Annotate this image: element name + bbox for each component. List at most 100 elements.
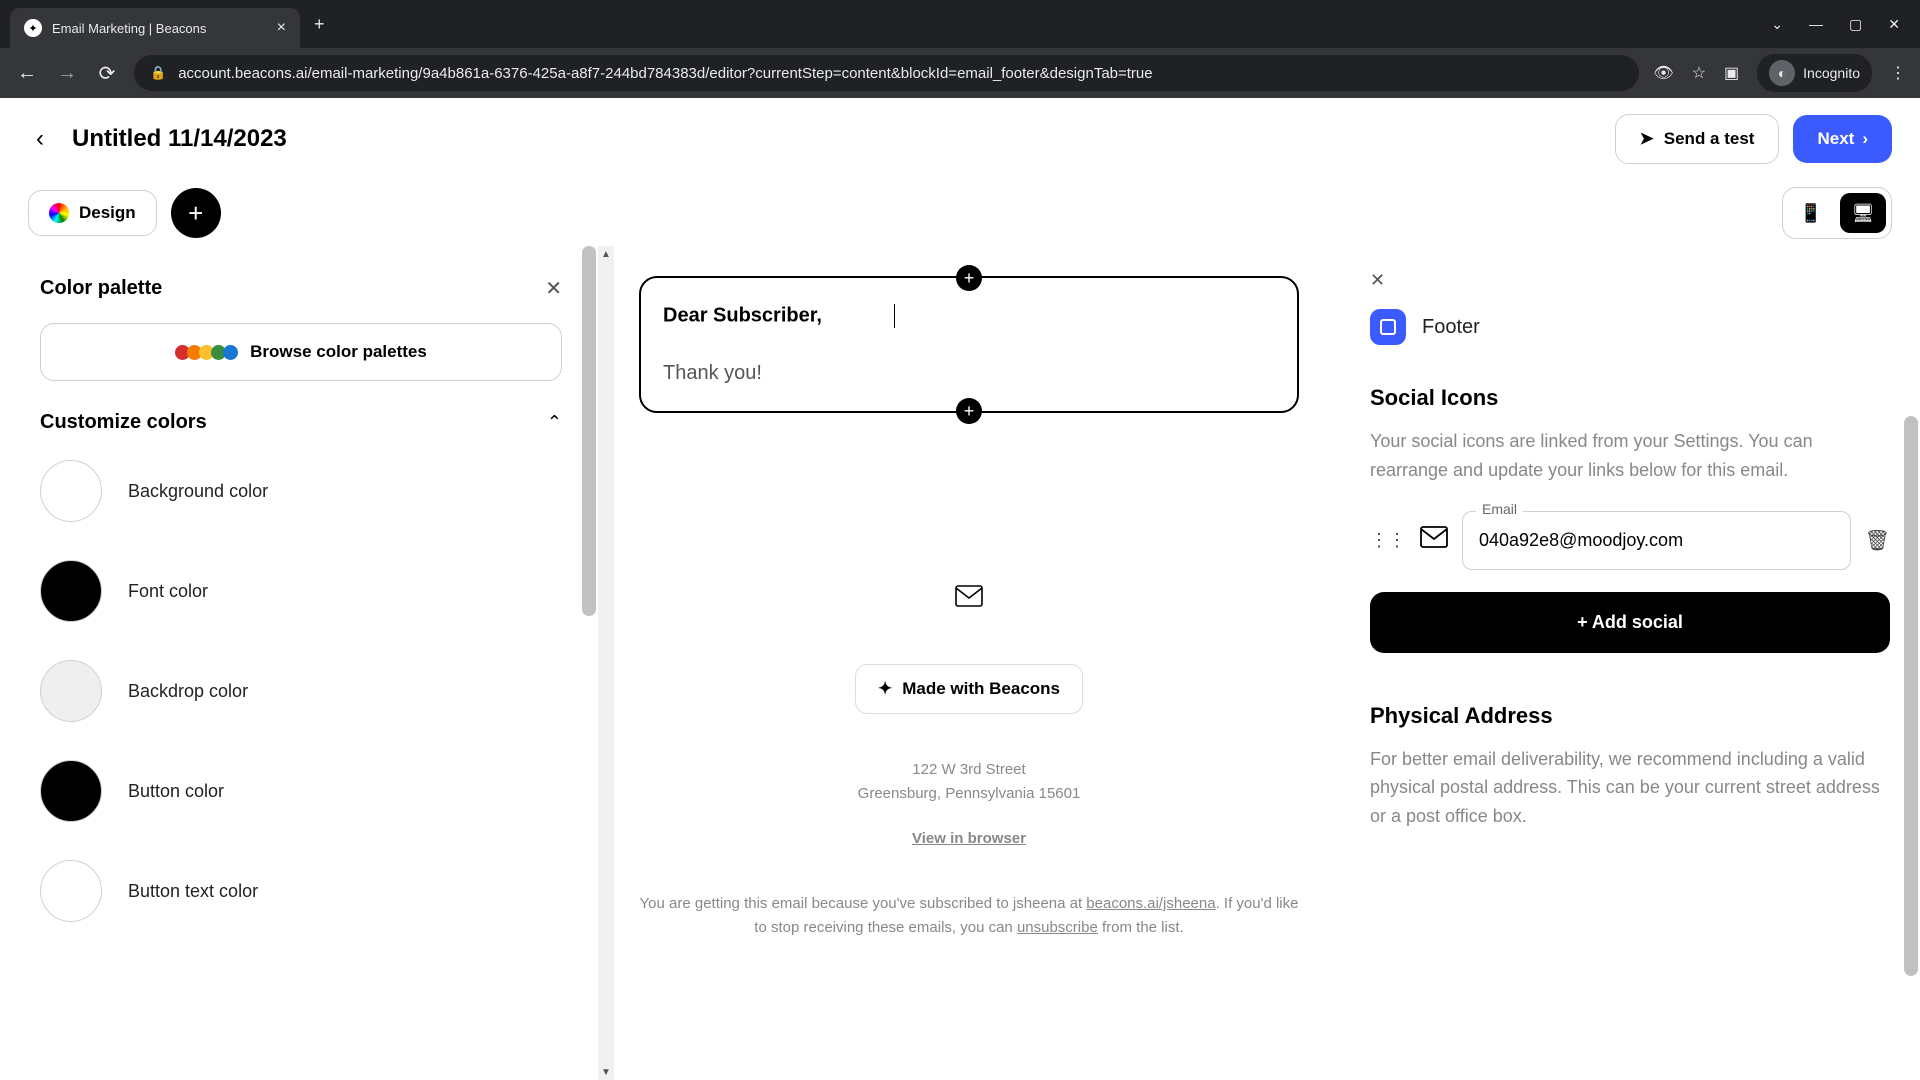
- drag-handle-icon[interactable]: ⋮⋮: [1370, 530, 1406, 551]
- color-swatch: [40, 860, 102, 922]
- browse-palettes-button[interactable]: Browse color palettes: [40, 323, 562, 381]
- star-icon[interactable]: ☆: [1692, 63, 1706, 83]
- color-swatch: [40, 660, 102, 722]
- scrollbar[interactable]: ▲ ▼: [598, 246, 614, 1080]
- unsubscribe-link[interactable]: unsubscribe: [1017, 919, 1098, 936]
- color-swatch: [40, 760, 102, 822]
- mobile-view-button[interactable]: 📱: [1788, 193, 1834, 233]
- palette-dots-icon: [175, 345, 238, 360]
- color-label: Button text color: [128, 881, 258, 902]
- scrollbar[interactable]: [582, 246, 596, 616]
- browse-palettes-label: Browse color palettes: [250, 342, 427, 362]
- add-block-above-button[interactable]: +: [956, 265, 982, 291]
- next-button[interactable]: Next ›: [1793, 115, 1892, 163]
- back-button[interactable]: ‹: [28, 117, 52, 161]
- reload-icon[interactable]: ⟳: [94, 61, 120, 86]
- address-line-2: Greensburg, Pennsylvania 15601: [639, 782, 1299, 806]
- left-panel: Color palette ✕ Browse color palettes Cu…: [0, 246, 598, 1080]
- send-test-button[interactable]: ➤ Send a test: [1615, 114, 1780, 164]
- mail-icon: [955, 583, 983, 614]
- design-button[interactable]: Design: [28, 190, 157, 236]
- chevron-up-icon: ⌃: [547, 412, 562, 433]
- color-palette-title: Color palette: [40, 277, 162, 300]
- made-with-beacons-badge[interactable]: ✦ Made with Beacons: [855, 664, 1083, 714]
- backdrop-color-row[interactable]: Backdrop color: [40, 660, 562, 722]
- background-color-row[interactable]: Background color: [40, 460, 562, 522]
- made-with-label: Made with Beacons: [902, 679, 1060, 699]
- maximize-icon[interactable]: ▢: [1849, 16, 1862, 33]
- extension-icon[interactable]: ▣: [1724, 63, 1739, 83]
- scrollbar[interactable]: [1904, 416, 1918, 976]
- add-block-button[interactable]: +: [171, 188, 221, 238]
- close-panel-icon[interactable]: ✕: [545, 276, 562, 301]
- browser-tab[interactable]: ✦ Email Marketing | Beacons ×: [10, 8, 300, 48]
- button-color-row[interactable]: Button color: [40, 760, 562, 822]
- favicon: ✦: [24, 19, 42, 37]
- email-icon: [1420, 526, 1448, 555]
- eye-off-icon[interactable]: 👁: [1653, 63, 1673, 83]
- font-color-row[interactable]: Font color: [40, 560, 562, 622]
- chevron-right-icon: ›: [1862, 129, 1868, 149]
- lock-icon: 🔒: [150, 65, 166, 81]
- url-box[interactable]: 🔒 account.beacons.ai/email-marketing/9a4…: [134, 55, 1639, 91]
- new-tab-button[interactable]: +: [314, 14, 325, 35]
- window-controls: ⌄ — ▢ ✕: [1771, 16, 1920, 33]
- email-text-block[interactable]: + Dear Subscriber, Thank you! +: [639, 276, 1299, 413]
- address-bar: ← → ⟳ 🔒 account.beacons.ai/email-marketi…: [0, 48, 1920, 98]
- mobile-icon: 📱: [1800, 203, 1822, 224]
- incognito-icon: ◐: [1769, 60, 1795, 86]
- profile-link[interactable]: beacons.ai/jsheena: [1086, 895, 1215, 912]
- color-label: Background color: [128, 481, 268, 502]
- close-window-icon[interactable]: ✕: [1888, 16, 1900, 33]
- rainbow-icon: [49, 203, 69, 223]
- customize-colors-title: Customize colors: [40, 411, 207, 434]
- footer-block-icon: [1370, 309, 1406, 345]
- color-label: Font color: [128, 581, 208, 602]
- tab-title: Email Marketing | Beacons: [52, 21, 267, 36]
- email-body[interactable]: Thank you!: [663, 362, 1275, 385]
- send-icon: ➤: [1640, 129, 1654, 149]
- main-layout: Color palette ✕ Browse color palettes Cu…: [0, 246, 1920, 1080]
- next-label: Next: [1817, 129, 1854, 149]
- email-input[interactable]: [1462, 511, 1851, 570]
- footer-block-header: Footer: [1370, 309, 1890, 345]
- design-label: Design: [79, 203, 136, 223]
- customize-colors-header[interactable]: Customize colors ⌃: [40, 411, 562, 434]
- physical-address-title: Physical Address: [1370, 703, 1890, 729]
- desktop-icon: 🖥: [1852, 203, 1875, 224]
- color-swatch: [40, 560, 102, 622]
- minimize-icon[interactable]: —: [1809, 16, 1823, 33]
- view-in-browser-link[interactable]: View in browser: [912, 830, 1026, 847]
- social-link-row: ⋮⋮ Email 🗑: [1370, 511, 1890, 570]
- email-footer-preview: ✦ Made with Beacons 122 W 3rd Street Gre…: [639, 583, 1299, 940]
- close-tab-icon[interactable]: ×: [277, 19, 286, 37]
- beacons-logo-icon: ✦: [878, 679, 892, 699]
- view-toggle: 📱 🖥: [1782, 187, 1892, 239]
- button-text-color-row[interactable]: Button text color: [40, 860, 562, 922]
- add-block-below-button[interactable]: +: [956, 398, 982, 424]
- color-label: Backdrop color: [128, 681, 248, 702]
- color-swatch: [40, 460, 102, 522]
- email-greeting[interactable]: Dear Subscriber,: [663, 304, 1275, 328]
- chevron-down-icon[interactable]: ⌄: [1771, 16, 1783, 33]
- incognito-label: Incognito: [1803, 65, 1860, 81]
- toolbar: Design + 📱 🖥: [0, 180, 1920, 246]
- delete-icon[interactable]: 🗑: [1865, 528, 1890, 553]
- browser-tab-bar: ✦ Email Marketing | Beacons × + ⌄ — ▢ ✕: [0, 0, 1920, 48]
- url-text: account.beacons.ai/email-marketing/9a4b8…: [178, 65, 1152, 82]
- color-label: Button color: [128, 781, 224, 802]
- social-icons-description: Your social icons are linked from your S…: [1370, 427, 1890, 485]
- app-header: ‹ Untitled 11/14/2023 ➤ Send a test Next…: [0, 98, 1920, 180]
- physical-address-description: For better email deliverability, we reco…: [1370, 745, 1890, 831]
- menu-icon[interactable]: ⋮: [1890, 63, 1906, 83]
- social-icons-title: Social Icons: [1370, 385, 1890, 411]
- forward-icon[interactable]: →: [54, 62, 80, 85]
- add-social-button[interactable]: + Add social: [1370, 592, 1890, 653]
- email-canvas: ▲ ▼ + Dear Subscriber, Thank you! + ✦ Ma…: [598, 246, 1340, 1080]
- desktop-view-button[interactable]: 🖥: [1840, 193, 1886, 233]
- footer-block-label: Footer: [1422, 316, 1480, 339]
- text-cursor: [894, 304, 895, 328]
- close-right-panel-icon[interactable]: ✕: [1370, 270, 1385, 291]
- incognito-badge[interactable]: ◐ Incognito: [1757, 54, 1872, 92]
- back-icon[interactable]: ←: [14, 62, 40, 85]
